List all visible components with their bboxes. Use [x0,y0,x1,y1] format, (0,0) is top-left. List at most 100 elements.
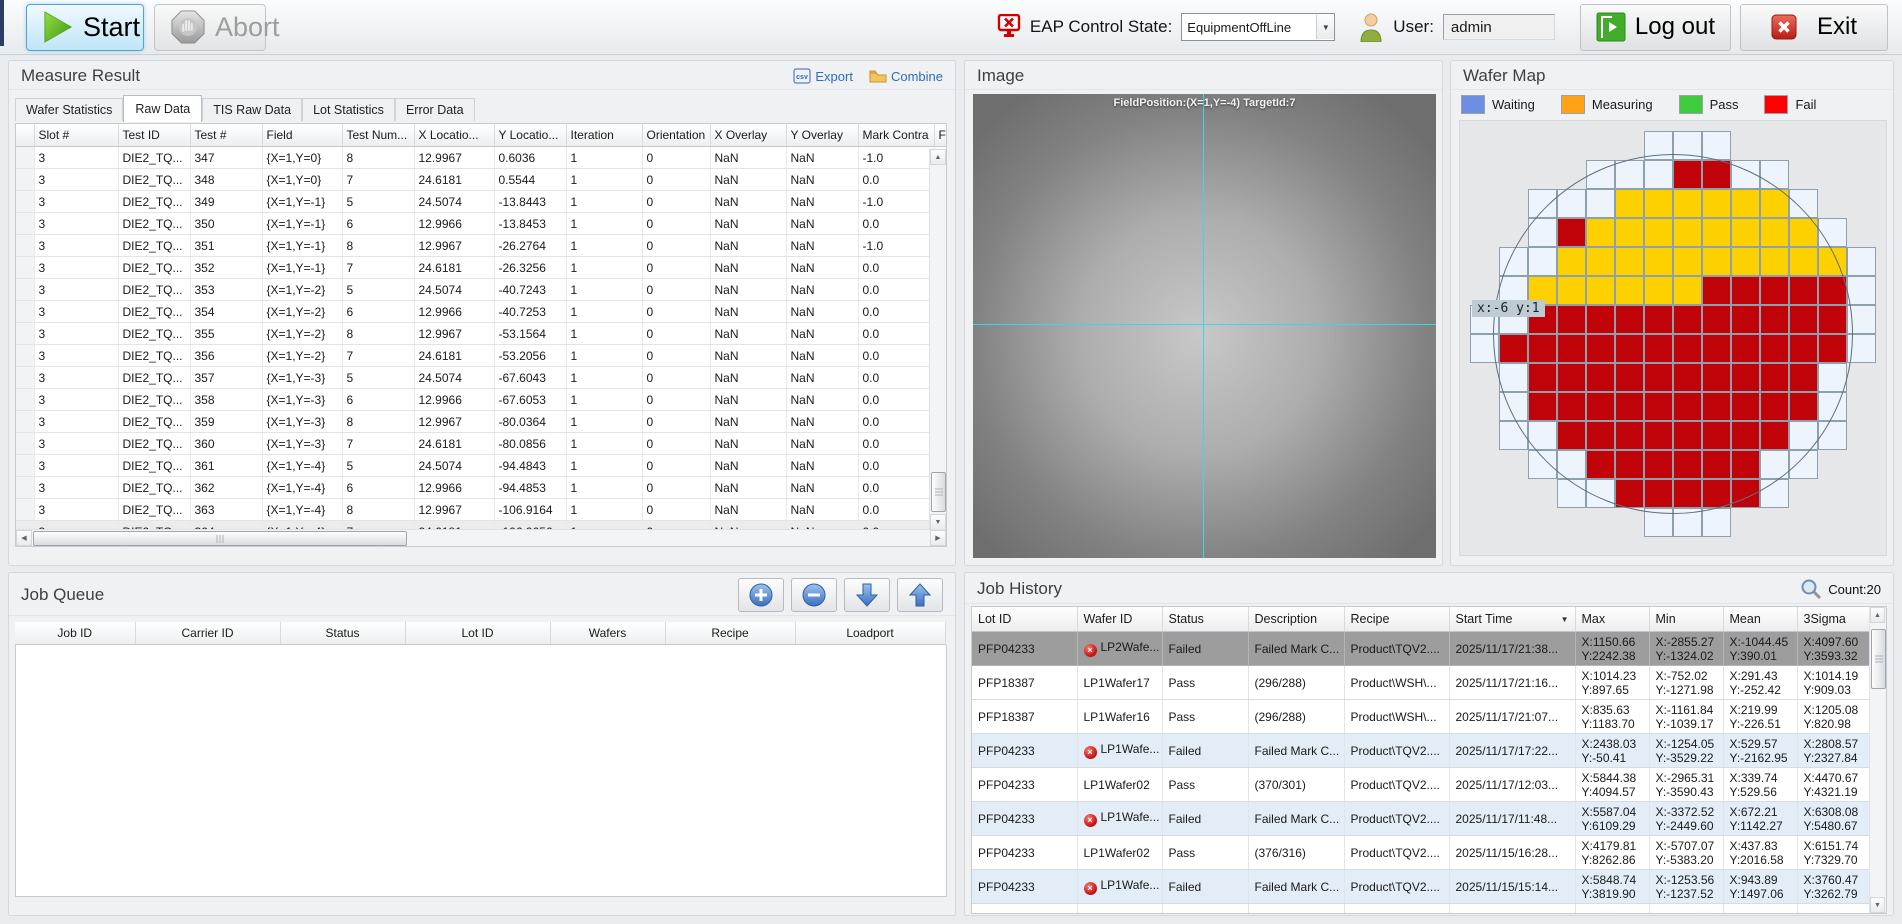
wafer-die[interactable] [1644,334,1673,363]
wafer-die[interactable] [1702,276,1731,305]
wafer-die[interactable] [1615,189,1644,218]
measure-table-row[interactable]: 3DIE2_TQ...356{X=1,Y=-2} 724.6181-53.205… [16,345,947,367]
wafer-die[interactable] [1528,189,1557,218]
wafer-die[interactable] [1789,508,1818,537]
wafer-die[interactable] [1470,363,1499,392]
wafer-die[interactable] [1760,363,1789,392]
wafer-die[interactable] [1528,508,1557,537]
wafer-die[interactable] [1499,421,1528,450]
wafer-die[interactable] [1528,392,1557,421]
wafer-die[interactable] [1818,218,1847,247]
wafer-die[interactable] [1470,479,1499,508]
wafer-die[interactable] [1586,218,1615,247]
wafer-die[interactable] [1702,450,1731,479]
wafer-die[interactable] [1470,247,1499,276]
wafer-die[interactable] [1615,450,1644,479]
wafer-die[interactable] [1731,218,1760,247]
scroll-up-icon[interactable]: ▲ [930,149,946,165]
job-queue-column-header[interactable]: Job ID [15,622,135,645]
wafer-die[interactable] [1557,160,1586,189]
wafer-die[interactable] [1528,334,1557,363]
wafer-die[interactable] [1847,247,1876,276]
wafer-die[interactable] [1789,305,1818,334]
wafer-die[interactable] [1847,421,1876,450]
job-history-row[interactable]: PFP04233 ×LP2Wafe... Failed Failed Mark … [972,632,1870,666]
wafer-die[interactable] [1499,450,1528,479]
wafer-die[interactable] [1615,305,1644,334]
measure-table-row[interactable]: 3DIE2_TQ...350{X=1,Y=-1} 612.9966-13.845… [16,213,947,235]
wafer-die[interactable] [1673,160,1702,189]
wafer-die[interactable] [1644,305,1673,334]
wafer-die[interactable] [1470,392,1499,421]
job-history-row[interactable]: PFP04233 LP1Wafer02 Pass (376/316) Produ… [972,836,1870,870]
measure-column-header[interactable]: Test ID [118,124,190,147]
measure-table-row[interactable]: 3DIE2_TQ...347{X=1,Y=0} 812.99670.60361 … [16,147,947,169]
job-history-column-header[interactable]: Min [1649,607,1723,632]
measure-tab[interactable]: TIS Raw Data [202,98,302,121]
wafer-die[interactable] [1760,131,1789,160]
remove-job-button[interactable] [791,578,837,612]
measure-tab[interactable]: Raw Data [123,95,202,122]
measure-table-row[interactable]: 3DIE2_TQ...361{X=1,Y=-4} 524.5074-94.484… [16,455,947,477]
wafer-die[interactable] [1586,189,1615,218]
wafer-die[interactable] [1615,334,1644,363]
scroll-down-icon[interactable]: ▼ [930,514,946,530]
wafer-die[interactable] [1557,334,1586,363]
wafer-die[interactable] [1818,189,1847,218]
wafer-die[interactable] [1760,189,1789,218]
wafer-die[interactable] [1470,450,1499,479]
job-history-vertical-scrollbar[interactable]: ▲ ▼ [1869,607,1886,913]
measure-vertical-scrollbar[interactable]: ▲ ▼ [929,149,946,530]
chevron-down-icon[interactable]: ▼ [1316,15,1334,39]
wafer-die[interactable] [1528,247,1557,276]
wafer-die[interactable] [1673,479,1702,508]
wafer-die[interactable] [1789,160,1818,189]
wafer-die[interactable] [1731,160,1760,189]
measure-table-row[interactable]: 3DIE2_TQ...349{X=1,Y=-1} 524.5074-13.844… [16,191,947,213]
wafer-die[interactable] [1702,247,1731,276]
measure-table-row[interactable]: 3DIE2_TQ...360{X=1,Y=-3} 724.6181-80.085… [16,433,947,455]
measure-tab[interactable]: Wafer Statistics [15,98,123,121]
job-history-column-header[interactable]: Lot ID [972,607,1077,632]
export-link[interactable]: csv Export [793,68,853,84]
wafer-die[interactable] [1760,160,1789,189]
camera-image[interactable]: FieldPosition:(X=1,Y=-4) TargetId:7 [973,94,1436,558]
wafer-die[interactable] [1731,421,1760,450]
wafer-die[interactable] [1528,218,1557,247]
job-history-column-header[interactable]: 3Sigma [1797,607,1870,632]
measure-column-header[interactable]: Field [262,124,342,147]
wafer-die[interactable] [1760,450,1789,479]
job-history-row[interactable]: PFP18387 LP1Wafer17 Pass (296/288) Produ… [972,666,1870,700]
wafer-die[interactable] [1557,508,1586,537]
wafer-die[interactable] [1557,305,1586,334]
wafer-die[interactable] [1673,218,1702,247]
measure-table-row[interactable]: 3DIE2_TQ...358{X=1,Y=-3} 612.9966-67.605… [16,389,947,411]
wafer-die[interactable] [1644,479,1673,508]
wafer-die[interactable] [1557,131,1586,160]
add-job-button[interactable] [738,578,784,612]
job-history-row[interactable]: PFP18387 LP1Wafer16 Pass (296/288) Produ… [972,700,1870,734]
wafer-die[interactable] [1557,479,1586,508]
wafer-die[interactable] [1586,334,1615,363]
wafer-die[interactable] [1847,334,1876,363]
measure-table-row[interactable]: 3DIE2_TQ...359{X=1,Y=-3} 812.9967-80.036… [16,411,947,433]
wafer-die[interactable] [1644,363,1673,392]
wafer-die[interactable] [1615,479,1644,508]
measure-vscroll-thumb[interactable] [931,472,946,512]
wafer-die[interactable] [1499,160,1528,189]
abort-button[interactable]: Abort [154,4,266,51]
wafer-die[interactable] [1673,392,1702,421]
measure-column-header[interactable]: X Overlay [710,124,786,147]
job-history-row[interactable]: PFP04233 ×LP1Wafe... Failed Failed Mark … [972,870,1870,904]
wafer-die[interactable] [1557,363,1586,392]
measure-table-row[interactable]: 3DIE2_TQ...352{X=1,Y=-1} 724.6181-26.325… [16,257,947,279]
wafer-die[interactable] [1586,450,1615,479]
wafer-die[interactable] [1731,247,1760,276]
wafer-die[interactable] [1789,218,1818,247]
wafer-die[interactable] [1673,276,1702,305]
user-field[interactable]: admin [1443,14,1555,40]
wafer-die[interactable] [1615,276,1644,305]
wafer-die[interactable] [1702,392,1731,421]
wafer-die[interactable] [1818,479,1847,508]
wafer-die[interactable] [1673,189,1702,218]
